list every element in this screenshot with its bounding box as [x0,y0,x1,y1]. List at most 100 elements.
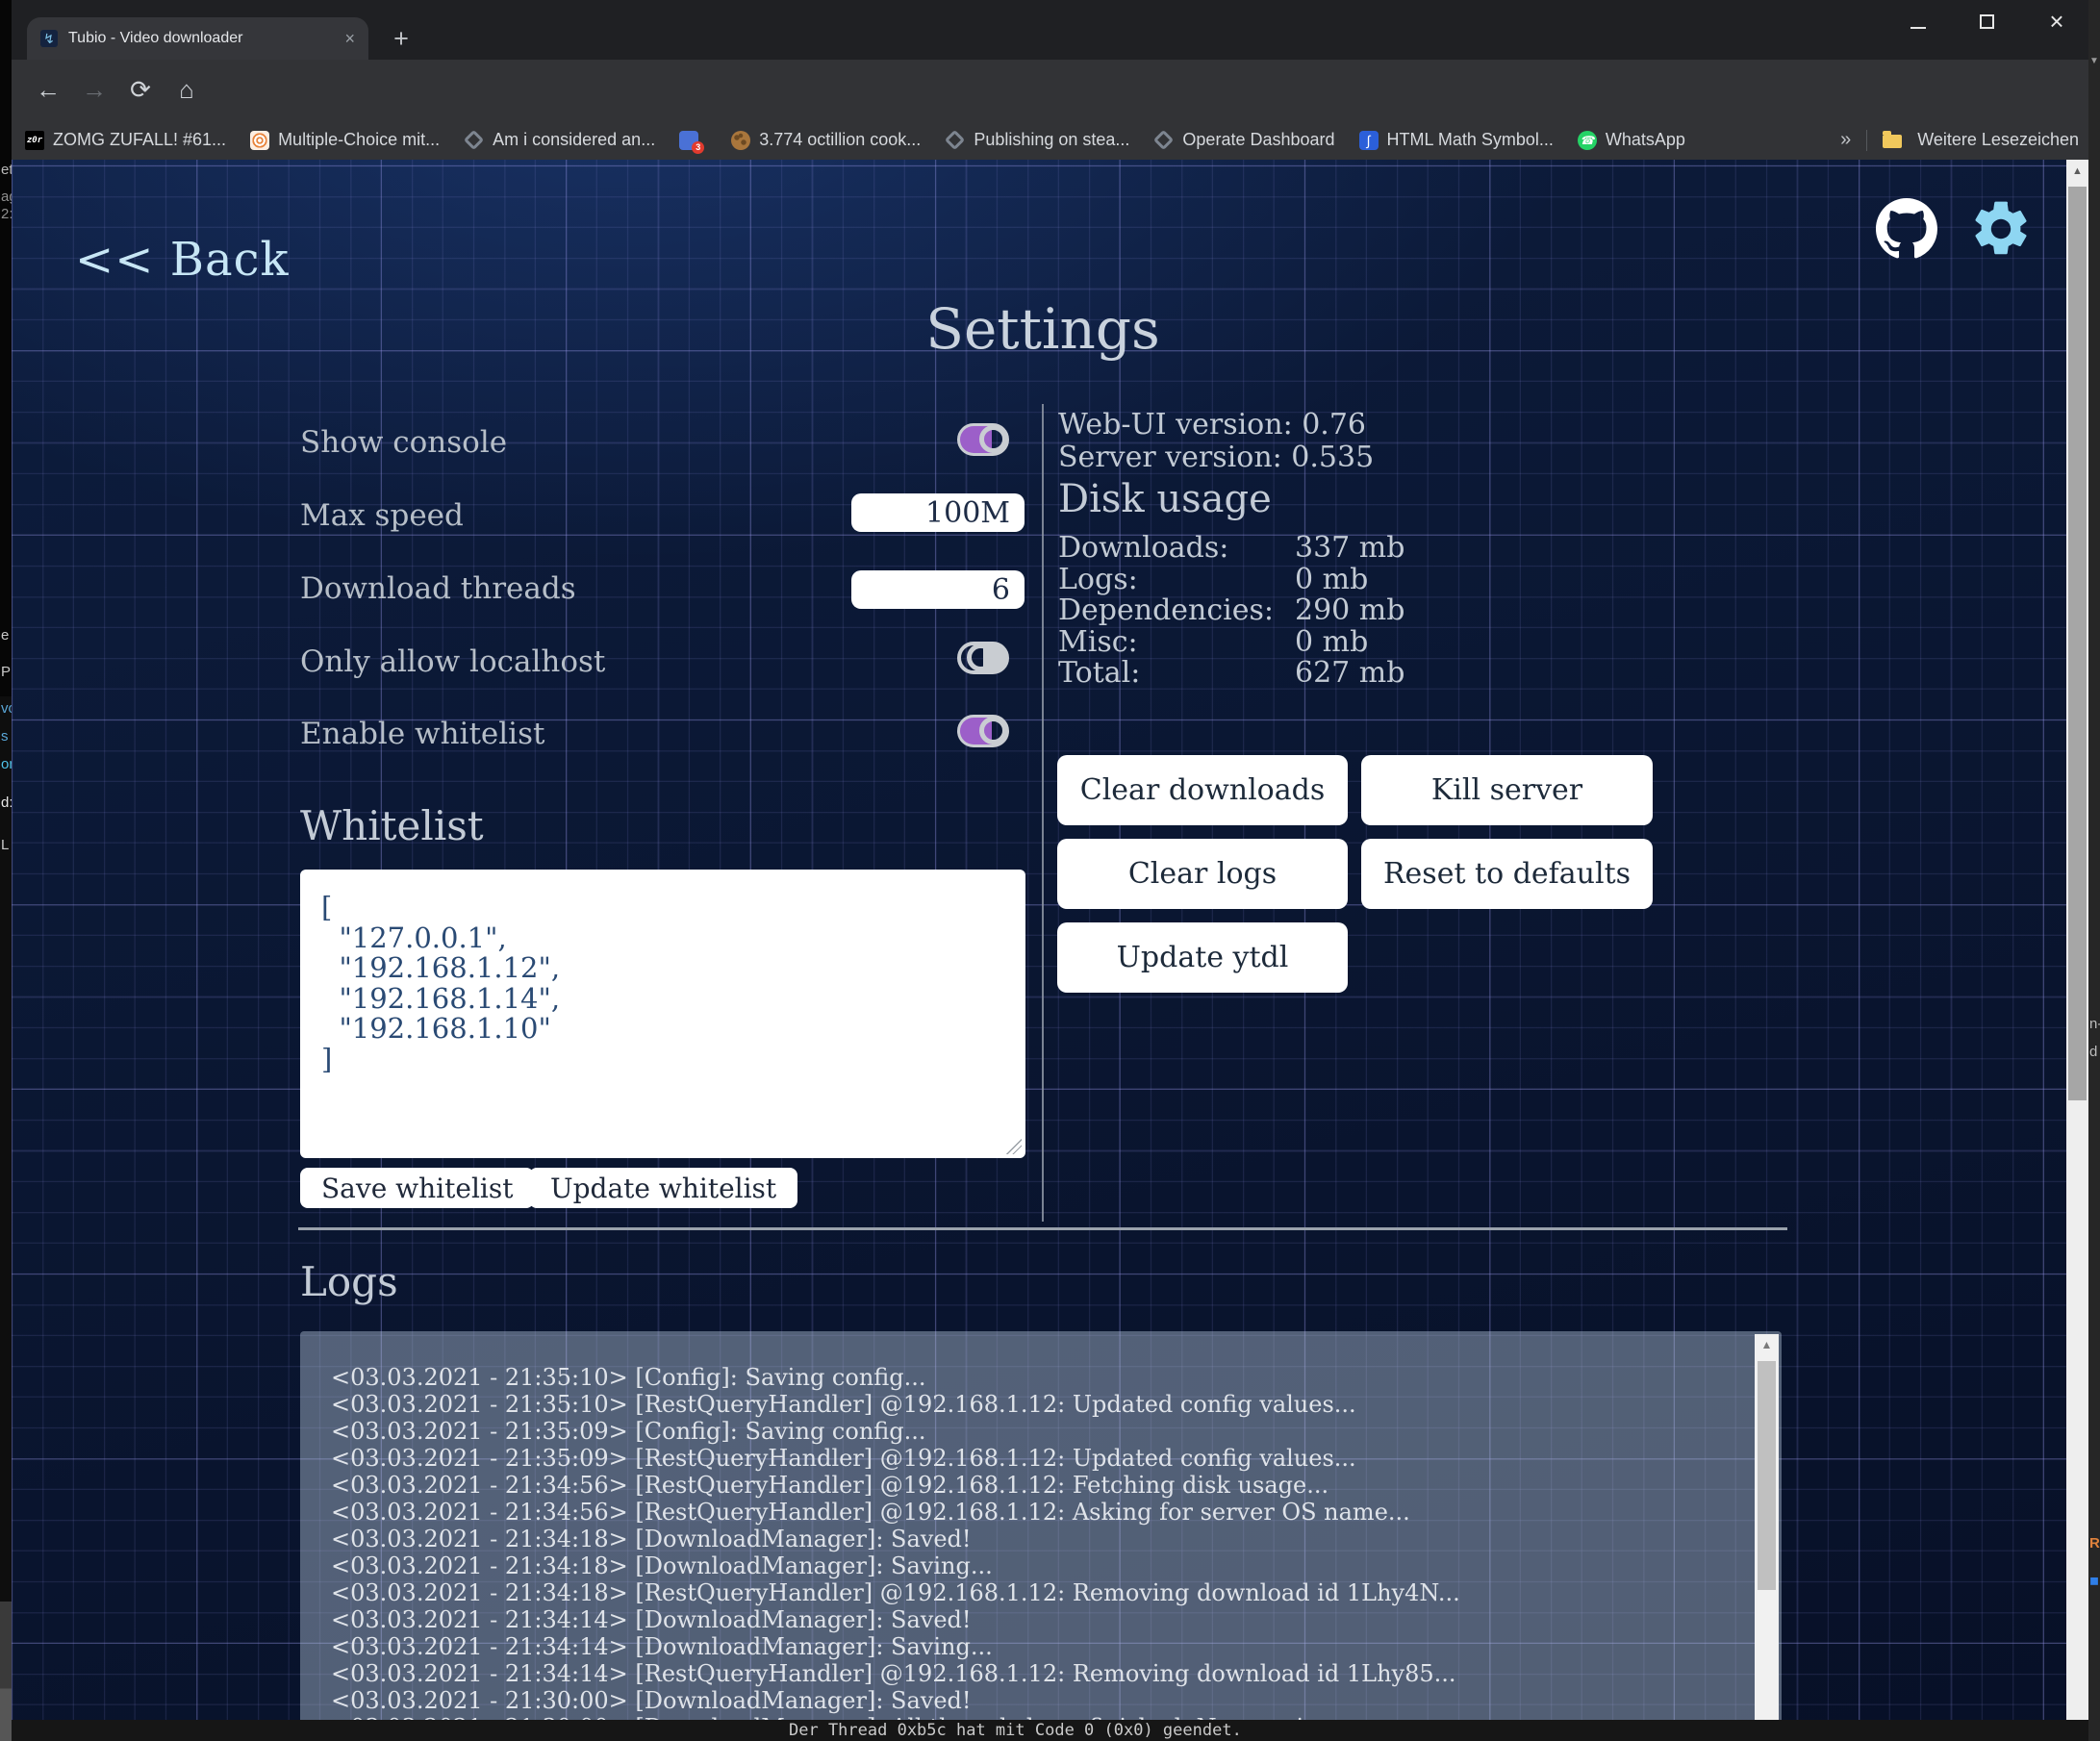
show-console-toggle[interactable] [957,423,1009,456]
disk-usage-label: Downloads: [1058,533,1295,565]
save-whitelist-button[interactable]: Save whitelist [300,1168,534,1208]
screen: ↯ Tubio - Video downloader × + × ← → ⟳ ⌂… [0,0,2100,1741]
bookmark-label: WhatsApp [1606,130,1685,150]
page-scroll-up-icon[interactable]: ▲ [2066,165,2088,177]
log-line: <03.03.2021 - 21:35:10> [RestQueryHandle… [331,1391,1743,1418]
back-nav-icon[interactable]: ← [29,60,67,120]
background-window-left-edge: etag2:ePvosond:L [0,0,12,1741]
bookmark-unlabeled[interactable] [679,131,707,150]
background-text-fragment: P [1,664,11,680]
bookmarks-bar: z0r ZOMG ZUFALL! #61... Multiple-Choice … [0,120,2100,160]
maximize-button[interactable] [1980,14,1994,29]
home-icon[interactable]: ⌂ [167,60,206,120]
background-text-fragment: ag [1,189,12,205]
bookmark-octillion-cookies[interactable]: 3.774 octillion cook... [731,130,921,150]
bookmark-favicon [1153,130,1174,150]
disk-usage-row: Downloads:337 mb [1058,533,1404,565]
background-text-fragment: 2: [1,206,12,222]
disk-usage-value: 627 mb [1295,656,1404,690]
console-output-strip: Der Thread 0xb5c hat mit Code 0 (0x0) ge… [0,1720,2100,1741]
tab-close-icon[interactable]: × [344,29,355,49]
background-text-fragment: ▼ [2089,56,2099,66]
log-line: <03.03.2021 - 21:35:10> [Config]: Saving… [331,1364,1743,1391]
reload-icon[interactable]: ⟳ [121,60,160,120]
bookmark-label: Multiple-Choice mit... [278,130,440,150]
other-bookmarks-label[interactable]: Weitere Lesezeichen [1917,130,2079,150]
disk-usage-label: Total: [1058,658,1295,690]
minimize-button[interactable] [1910,27,1926,29]
max-speed-label: Max speed [300,498,464,533]
bookmark-favicon [250,131,269,150]
bookmark-publishing-steam[interactable]: Publishing on stea... [945,130,1129,150]
reset-defaults-button[interactable]: Reset to defaults [1361,839,1653,909]
settings-gear-icon[interactable] [1968,196,2034,262]
bookmark-html-math[interactable]: ∫ HTML Math Symbol... [1359,130,1554,150]
bookmark-label: Publishing on stea... [974,130,1129,150]
max-speed-input[interactable] [851,493,1025,532]
bookmark-label: Am i considered an... [493,130,655,150]
toggle-knob [967,643,995,671]
window-titlebar: ↯ Tubio - Video downloader × + × [0,0,2100,60]
server-actions: Clear downloads Kill server Clear logs R… [1057,755,1653,993]
disk-usage-label: Logs: [1058,565,1295,596]
bookmark-favicon [945,130,965,150]
whitelist-textarea[interactable]: [ "127.0.0.1", "192.168.1.12", "192.168.… [300,870,1025,1158]
logs-scroll-up-icon[interactable]: ▲ [1755,1338,1779,1351]
background-text-fragment: d [2089,1044,2097,1060]
only-localhost-toggle[interactable] [957,642,1009,674]
bookmark-favicon [731,131,750,150]
browser-toolbar: ← → ⟳ ⌂ ⚠ Nicht sicher 192.168.1.12 :696… [0,60,2100,120]
log-line: <03.03.2021 - 21:34:18> [RestQueryHandle… [331,1579,1743,1606]
logs-panel[interactable]: <03.03.2021 - 21:35:10> [Config]: Saving… [300,1331,1782,1741]
clear-logs-button[interactable]: Clear logs [1057,839,1348,909]
background-text-fragment: d: [1,795,12,811]
clear-downloads-button[interactable]: Clear downloads [1057,755,1348,825]
bookmark-label: 3.774 octillion cook... [759,130,921,150]
bookmarks-right-group: » Weitere Lesezeichen [1840,129,2079,151]
log-line: <03.03.2021 - 21:34:18> [DownloadManager… [331,1526,1743,1552]
browser-tab[interactable]: ↯ Tubio - Video downloader × [27,17,368,60]
page-scrollbar[interactable]: ▲ ▼ [2066,160,2088,1741]
window-close-button[interactable]: × [2043,7,2070,37]
bookmark-am-i-considered[interactable]: Am i considered an... [464,130,655,150]
log-line: <03.03.2021 - 21:34:14> [RestQueryHandle… [331,1660,1743,1687]
background-text-fragment: vo [1,700,12,717]
background-text-fragment: n- [2089,1016,2100,1032]
update-ytdl-button[interactable]: Update ytdl [1057,922,1348,993]
logs-scrollbar-thumb[interactable] [1758,1361,1776,1590]
horizontal-divider [298,1227,1787,1230]
logs-scrollbar[interactable]: ▲ [1755,1334,1779,1741]
download-threads-input[interactable] [851,570,1025,609]
tab-favicon-icon: ↯ [40,30,58,47]
bookmark-favicon [464,130,484,150]
disk-usage-row: Dependencies:290 mb [1058,595,1404,627]
github-icon[interactable] [1876,198,1937,260]
enable-whitelist-toggle[interactable] [957,715,1009,747]
disk-usage-row: Total:627 mb [1058,658,1404,690]
page-scrollbar-thumb[interactable] [2068,187,2087,1100]
bookmark-favicon [679,131,698,150]
kill-server-button[interactable]: Kill server [1361,755,1653,825]
bookmark-label: Operate Dashboard [1182,130,1334,150]
back-link[interactable]: << Back [75,233,290,287]
console-line: Der Thread 0xb5c hat mit Code 0 (0x0) ge… [789,1721,1242,1740]
textarea-resize-handle[interactable] [1006,1139,1022,1154]
only-localhost-label: Only allow localhost [300,644,605,679]
new-tab-button[interactable]: + [385,23,417,56]
bookmark-operate-dashboard[interactable]: Operate Dashboard [1153,130,1334,150]
update-whitelist-button[interactable]: Update whitelist [529,1168,797,1208]
forward-nav-icon[interactable]: → [75,60,114,120]
disk-usage-label: Misc: [1058,627,1295,659]
background-text-fragment: s [1,728,9,744]
bookmarks-overflow-icon[interactable]: » [1840,129,1851,151]
bookmark-whatsapp[interactable]: ☎ WhatsApp [1578,130,1685,150]
logs-title: Logs [300,1258,398,1305]
background-text-fragment: et [1,162,12,178]
bookmark-multiple-choice[interactable]: Multiple-Choice mit... [250,130,440,150]
disk-usage-value: 290 mb [1295,593,1404,627]
bookmark-zomg-zufall[interactable]: z0r ZOMG ZUFALL! #61... [25,130,226,150]
log-line: <03.03.2021 - 21:34:14> [DownloadManager… [331,1606,1743,1633]
disk-usage-value: 0 mb [1295,563,1368,596]
download-threads-label: Download threads [300,571,576,606]
bookmarks-separator [1866,130,1867,151]
